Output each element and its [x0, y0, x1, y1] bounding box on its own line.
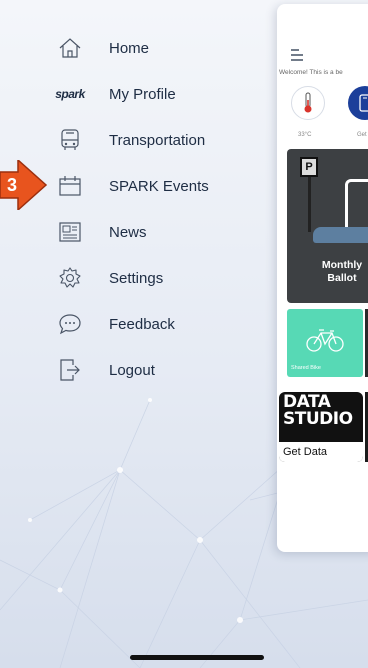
- shared-bike-label: Shared Bike: [291, 365, 321, 371]
- logout-icon: [58, 358, 82, 382]
- menu-label-my-profile: My Profile: [109, 85, 176, 103]
- spark-logo-text: spark: [55, 87, 85, 101]
- annotation-number: 3: [7, 175, 17, 195]
- bicycle-icon: [306, 329, 344, 352]
- monthly-ballot-label: Monthly Ballot: [321, 259, 363, 284]
- menu-item-home[interactable]: Home: [58, 33, 258, 63]
- menu-label-home: Home: [109, 39, 150, 57]
- annotation-arrow: 3: [0, 160, 48, 210]
- gear-icon: [58, 266, 82, 290]
- bus-icon: [58, 128, 82, 152]
- hamburger-menu-icon[interactable]: [290, 48, 304, 62]
- menu-item-settings[interactable]: Settings: [58, 263, 258, 293]
- menu-label-logout: Logout: [109, 361, 155, 379]
- parking-sign-pole: [308, 177, 311, 232]
- data-studio-tile[interactable]: DATA STUDIO Get Data: [279, 392, 363, 462]
- parking-sign-icon: P: [300, 157, 318, 177]
- menu-label-transportation: Transportation: [109, 131, 206, 149]
- monthly-ballot-card[interactable]: P Monthly Ballot: [287, 149, 368, 303]
- menu-label-feedback: Feedback: [109, 315, 175, 333]
- menu-label-news: News: [109, 223, 147, 241]
- phone-icon: [359, 94, 368, 112]
- data-studio-title: DATA STUDIO: [283, 392, 353, 429]
- chat-bubble-icon: [58, 312, 82, 336]
- quick-action-button[interactable]: [348, 86, 368, 120]
- quick-action-label: Get: [357, 132, 367, 138]
- shared-bike-tile[interactable]: Shared Bike: [287, 309, 363, 377]
- temperature-label: 33°C: [298, 132, 312, 138]
- newspaper-icon: [58, 220, 82, 244]
- spark-logo-icon: spark: [55, 82, 85, 106]
- calendar-icon: [58, 174, 82, 198]
- menu-item-feedback[interactable]: Feedback: [58, 309, 258, 339]
- weather-button[interactable]: [291, 86, 325, 120]
- menu-label-settings: Settings: [109, 269, 164, 287]
- car-image: [313, 227, 368, 243]
- home-indicator[interactable]: [130, 655, 264, 660]
- app-main-screen[interactable]: Welcome! This is a be 33°C Get P Monthly…: [277, 4, 368, 552]
- menu-item-spark-events[interactable]: SPARK Events: [58, 171, 258, 201]
- menu-label-spark-events: SPARK Events: [109, 177, 209, 195]
- menu-item-transportation[interactable]: Transportation: [58, 125, 258, 155]
- menu-item-news[interactable]: News: [58, 217, 258, 247]
- home-icon: [58, 36, 82, 60]
- thermometer-icon: [304, 92, 312, 113]
- menu-item-logout[interactable]: Logout: [58, 355, 258, 385]
- menu-item-my-profile[interactable]: spark My Profile: [55, 79, 258, 109]
- get-data-button[interactable]: Get Data: [279, 442, 363, 462]
- welcome-text: Welcome! This is a be: [279, 69, 343, 76]
